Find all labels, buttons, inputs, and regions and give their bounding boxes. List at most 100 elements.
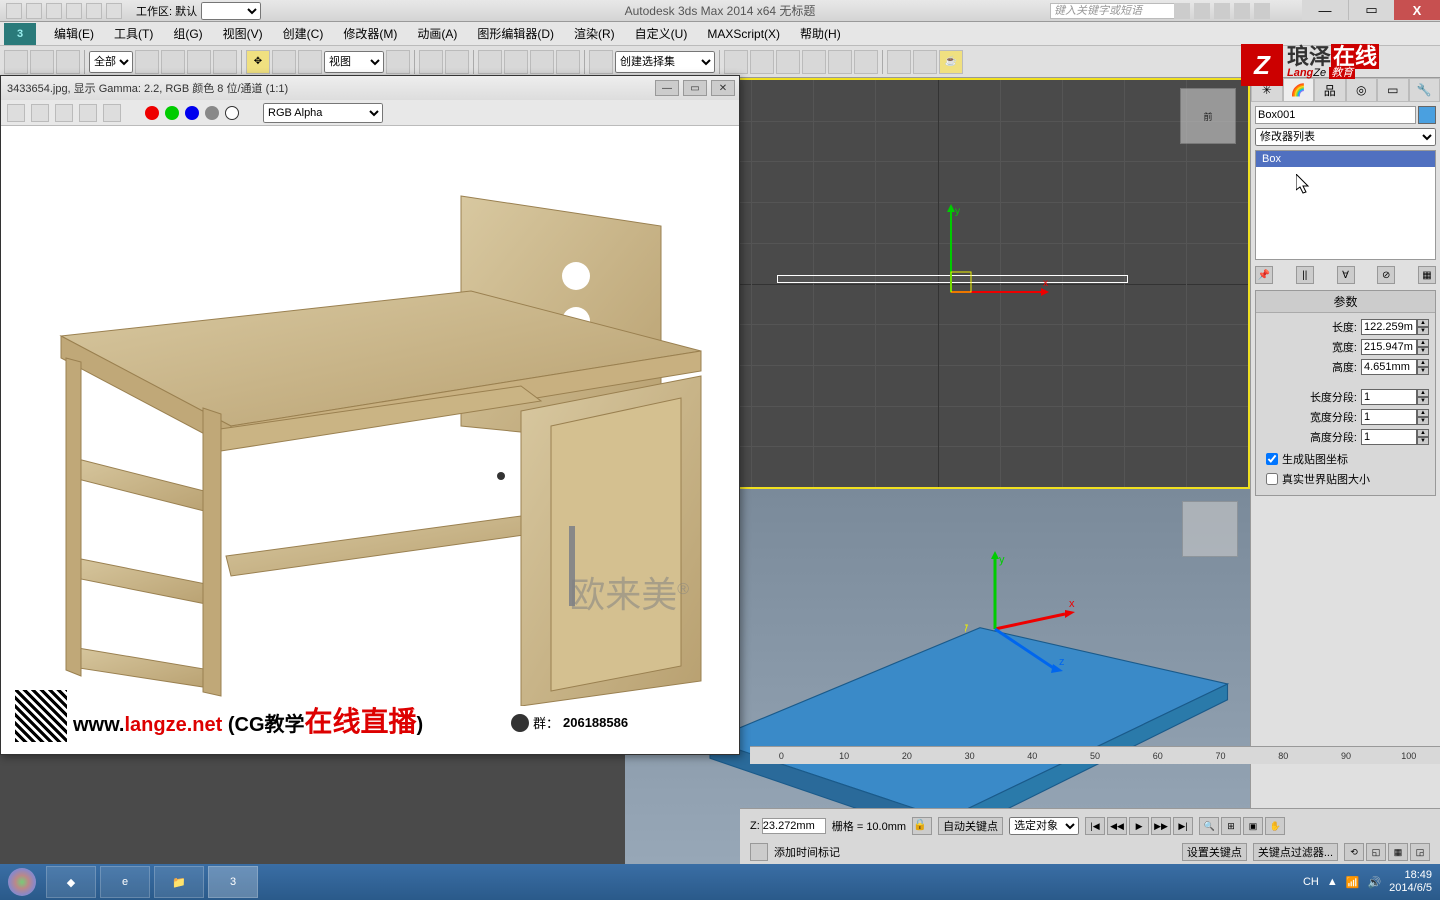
menu-create[interactable]: 创建(C) [273, 23, 334, 45]
blue-channel-icon[interactable] [185, 106, 199, 120]
bind-icon[interactable] [56, 50, 80, 74]
autokey-button[interactable]: 自动关键点 [938, 817, 1003, 835]
spinner-snap-icon[interactable] [556, 50, 580, 74]
nav-extra1-icon[interactable]: ▦ [1388, 843, 1408, 861]
link-icon[interactable] [4, 50, 28, 74]
realworld-checkbox[interactable] [1266, 473, 1278, 485]
schematic-icon[interactable] [828, 50, 852, 74]
start-button[interactable] [0, 864, 44, 900]
menu-rendering[interactable]: 渲染(R) [564, 23, 625, 45]
ref-coord-dropdown[interactable]: 视图 [324, 51, 384, 73]
setkey-button[interactable]: 设置关键点 [1182, 843, 1247, 861]
length-input[interactable] [1361, 319, 1417, 335]
hseg-input[interactable] [1361, 429, 1417, 445]
align-icon[interactable] [750, 50, 774, 74]
goto-end-icon[interactable]: ▶| [1173, 817, 1193, 835]
render-icon[interactable]: ☕ [939, 50, 963, 74]
script-icon[interactable] [750, 843, 768, 861]
show-result-icon[interactable]: || [1296, 266, 1314, 284]
unlink-icon[interactable] [30, 50, 54, 74]
keymode-dropdown[interactable]: 选定对象 [1009, 817, 1079, 835]
binoculars-icon[interactable] [1174, 3, 1190, 19]
signin-icon[interactable] [1214, 3, 1230, 19]
tray-volume-icon[interactable]: 🔊 [1367, 876, 1381, 889]
menu-edit[interactable]: 编辑(E) [44, 23, 104, 45]
help-search-input[interactable] [1050, 3, 1180, 19]
addtag-label[interactable]: 添加时间标记 [774, 844, 840, 860]
goto-start-icon[interactable]: |◀ [1085, 817, 1105, 835]
rfw-maximize-button[interactable]: ▭ [683, 80, 707, 96]
manip-icon[interactable] [419, 50, 443, 74]
object-color-swatch[interactable] [1418, 106, 1436, 124]
gen-uv-checkbox[interactable] [1266, 453, 1278, 465]
render-frame-icon[interactable] [913, 50, 937, 74]
tray-flag-icon[interactable]: ▲ [1327, 876, 1338, 888]
selection-filter-dropdown[interactable]: 全部 [89, 51, 133, 73]
params-rollout-header[interactable]: 参数 [1256, 291, 1435, 313]
curve-editor-icon[interactable] [802, 50, 826, 74]
nav-zoomall-icon[interactable]: ⊞ [1221, 817, 1241, 835]
workspace-dropdown[interactable] [201, 2, 261, 20]
nav-extra2-icon[interactable]: ◲ [1410, 843, 1430, 861]
qat-link-icon[interactable] [106, 3, 122, 19]
window-crossing-icon[interactable] [213, 50, 237, 74]
rfw-channel-dropdown[interactable]: RGB Alpha [263, 103, 383, 123]
app-menu-button[interactable]: 3 [4, 23, 36, 45]
nav-zoom-icon[interactable]: 🔍 [1199, 817, 1219, 835]
rfw-print-icon[interactable] [79, 104, 97, 122]
minimize-button[interactable]: — [1302, 0, 1348, 20]
rfw-minimize-button[interactable]: — [655, 80, 679, 96]
rfw-save-icon[interactable] [7, 104, 25, 122]
menu-tools[interactable]: 工具(T) [104, 23, 163, 45]
snap-toggle-icon[interactable] [478, 50, 502, 74]
exchange-icon[interactable] [1234, 3, 1250, 19]
menu-view[interactable]: 视图(V) [213, 23, 273, 45]
viewcube-persp[interactable] [1182, 501, 1238, 557]
qat-redo-icon[interactable] [86, 3, 102, 19]
angle-snap-icon[interactable] [504, 50, 528, 74]
nav-maximize-icon[interactable]: ◱ [1366, 843, 1386, 861]
named-selset-dropdown[interactable]: 创建选择集 [615, 51, 715, 73]
mono-channel-icon[interactable] [225, 106, 239, 120]
prev-frame-icon[interactable]: ◀◀ [1107, 817, 1127, 835]
select-icon[interactable] [135, 50, 159, 74]
named-sel-icon[interactable] [589, 50, 613, 74]
pivot-icon[interactable] [386, 50, 410, 74]
time-ruler[interactable]: 0 10 20 30 40 50 60 70 80 90 100 [750, 746, 1440, 764]
menu-grapheditors[interactable]: 图形编辑器(D) [467, 23, 564, 45]
ime-indicator[interactable]: CH [1303, 876, 1319, 888]
play-icon[interactable]: ▶ [1129, 817, 1149, 835]
object-name-input[interactable] [1255, 106, 1416, 124]
render-setup-icon[interactable] [887, 50, 911, 74]
alpha-channel-icon[interactable] [205, 106, 219, 120]
width-input[interactable] [1361, 339, 1417, 355]
tray-network-icon[interactable]: 📶 [1346, 876, 1360, 889]
viewcube-front[interactable]: 前 [1180, 88, 1236, 144]
configure-icon[interactable]: ▦ [1418, 266, 1436, 284]
spinner-up-icon[interactable]: ▲ [1417, 319, 1429, 327]
taskbar-app-1[interactable]: ◆ [46, 866, 96, 898]
lock-icon[interactable]: 🔒 [912, 817, 932, 835]
menu-group[interactable]: 组(G) [163, 23, 212, 45]
percent-snap-icon[interactable] [530, 50, 554, 74]
modifier-list-dropdown[interactable]: 修改器列表 [1255, 128, 1436, 146]
remove-mod-icon[interactable]: ⊘ [1377, 266, 1395, 284]
next-frame-icon[interactable]: ▶▶ [1151, 817, 1171, 835]
nav-fov-icon[interactable]: ▣ [1243, 817, 1263, 835]
tray-clock[interactable]: 18:49 2014/6/5 [1389, 869, 1432, 895]
spinner-down-icon[interactable]: ▼ [1417, 327, 1429, 335]
rfw-image-area[interactable]: 欧来美® www.langze.net (CG教学在线直播) 群：2061885… [1, 126, 739, 754]
layer-icon[interactable] [776, 50, 800, 74]
select-name-icon[interactable] [161, 50, 185, 74]
star-icon[interactable] [1194, 3, 1210, 19]
wseg-input[interactable] [1361, 409, 1417, 425]
qat-save-icon[interactable] [46, 3, 62, 19]
keyfilter-button[interactable]: 关键点过滤器... [1253, 843, 1338, 861]
rfw-close-button[interactable]: ✕ [711, 80, 735, 96]
modifier-stack[interactable]: Box [1255, 150, 1436, 260]
material-editor-icon[interactable] [854, 50, 878, 74]
mirror-icon[interactable] [724, 50, 748, 74]
menu-help[interactable]: 帮助(H) [790, 23, 851, 45]
move-icon[interactable]: ✥ [246, 50, 270, 74]
menu-maxscript[interactable]: MAXScript(X) [697, 23, 790, 45]
